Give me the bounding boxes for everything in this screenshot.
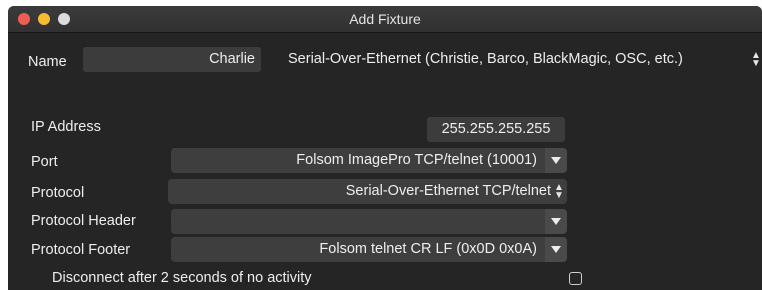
port-dropdown-button[interactable] <box>545 148 567 173</box>
protocol-header-dropdown-button[interactable] <box>545 209 567 234</box>
port-select[interactable]: Folsom ImagePro TCP/telnet (10001) <box>171 148 567 173</box>
window-title: Add Fixture <box>349 11 421 27</box>
title-bar: Add Fixture <box>8 6 762 33</box>
chevron-down-icon <box>551 246 561 253</box>
protocol-label: Protocol <box>31 185 85 201</box>
fixture-type-value: Serial-Over-Ethernet (Christie, Barco, B… <box>288 51 683 67</box>
name-field[interactable]: Charlie <box>83 47 261 72</box>
disconnect-checkbox[interactable] <box>569 272 582 285</box>
up-down-arrows-icon: ▲ ▼ <box>751 50 761 69</box>
chevron-down-icon <box>551 218 561 225</box>
port-label: Port <box>31 154 58 170</box>
fixture-type-select[interactable]: Serial-Over-Ethernet (Christie, Barco, B… <box>282 47 762 72</box>
name-value: Charlie <box>209 51 255 67</box>
chevron-down-icon <box>551 157 561 164</box>
protocol-value: Serial-Over-Ethernet TCP/telnet <box>345 183 551 199</box>
protocol-select[interactable]: Serial-Over-Ethernet TCP/telnet ▲ ▼ <box>168 179 567 204</box>
protocol-header-select[interactable] <box>171 209 567 234</box>
protocol-footer-select[interactable]: Folsom telnet CR LF (0x0D 0x0A) <box>171 237 567 262</box>
protocol-footer-label: Protocol Footer <box>31 242 131 258</box>
protocol-footer-dropdown-button[interactable] <box>545 237 567 262</box>
ip-address-value: 255.255.255.255 <box>441 121 551 137</box>
ip-address-field[interactable]: 255.255.255.255 <box>427 117 565 142</box>
protocol-header-label: Protocol Header <box>31 213 136 229</box>
name-label: Name <box>28 54 67 70</box>
ip-address-label: IP Address <box>31 119 101 135</box>
up-down-arrows-icon: ▲ ▼ <box>554 182 564 201</box>
protocol-footer-value: Folsom telnet CR LF (0x0D 0x0A) <box>319 241 537 257</box>
add-fixture-window: Add Fixture Name Charlie Serial-Over-Eth… <box>8 6 762 290</box>
disconnect-label: Disconnect after 2 seconds of no activit… <box>52 270 312 286</box>
port-value: Folsom ImagePro TCP/telnet (10001) <box>296 152 537 168</box>
